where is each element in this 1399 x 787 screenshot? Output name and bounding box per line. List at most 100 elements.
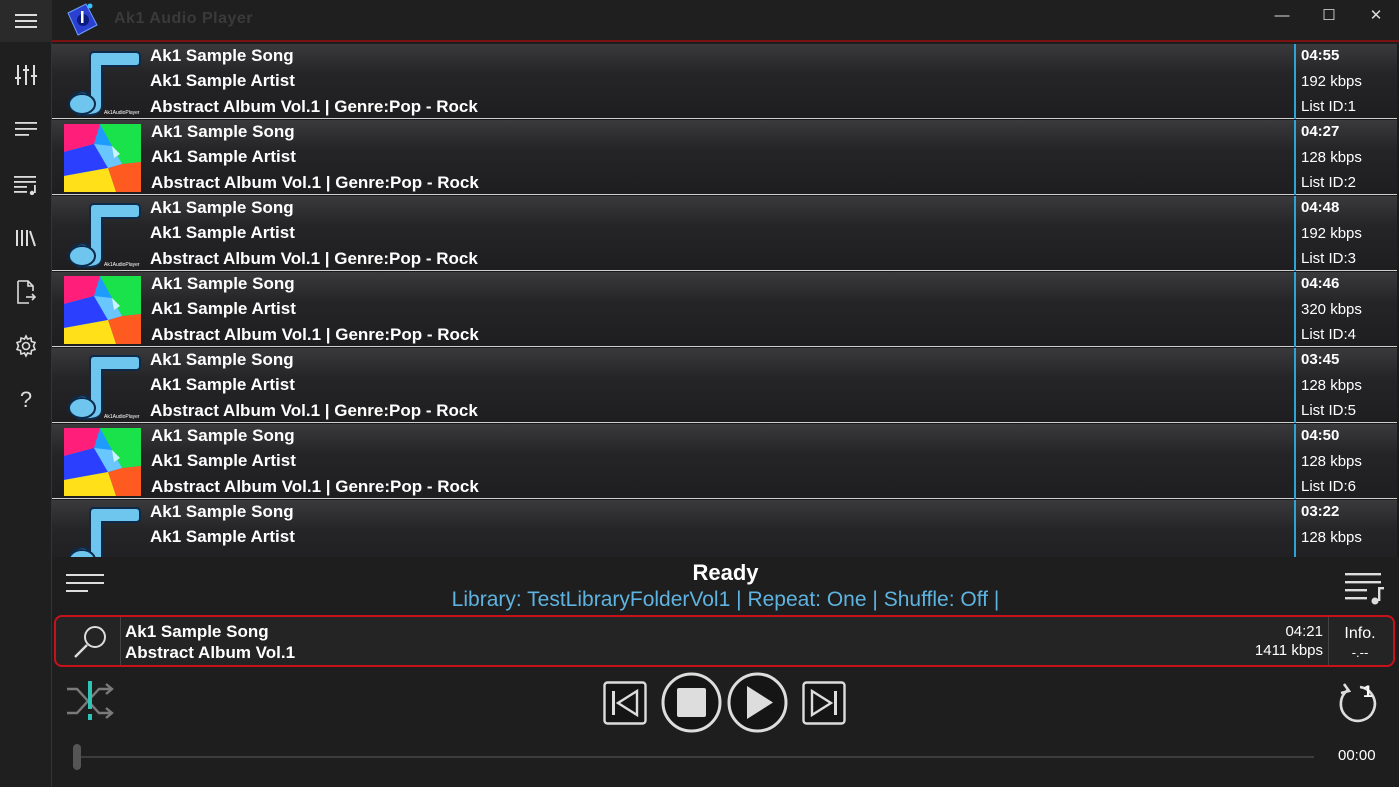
sidebar-item-equalizer[interactable] bbox=[8, 57, 44, 93]
track-meta: 03:45 128 kbps List ID:5 bbox=[1294, 348, 1397, 423]
track-artist: Ak1 Sample Artist bbox=[150, 375, 295, 394]
album-art-thumbnail: Ak1AudioPlayer bbox=[64, 48, 141, 118]
track-album-genre: Abstract Album Vol.1 | Genre:Pop - Rock bbox=[151, 325, 479, 344]
next-button[interactable] bbox=[802, 681, 846, 725]
svg-text:Ak1AudioPlayer: Ak1AudioPlayer bbox=[104, 414, 140, 420]
album-art-thumbnail: Ak1AudioPlayer bbox=[64, 352, 141, 422]
sidebar-item-playlists[interactable] bbox=[8, 167, 44, 203]
track-duration: 04:46 bbox=[1301, 275, 1340, 292]
track-title: Ak1 Sample Song bbox=[151, 122, 295, 141]
track-artist: Ak1 Sample Artist bbox=[151, 299, 296, 318]
library-label: Library: bbox=[451, 588, 522, 611]
library-icon bbox=[16, 230, 36, 247]
shuffle-value: Off bbox=[960, 588, 989, 611]
now-playing-bitrate: 1411 kbps bbox=[1254, 642, 1323, 659]
close-button[interactable]: ✕ bbox=[1353, 0, 1399, 30]
gear-icon bbox=[15, 334, 37, 358]
track-list-id: List ID:5 bbox=[1301, 402, 1357, 419]
sidebar-item-now-playing[interactable] bbox=[8, 111, 44, 147]
title-divider bbox=[52, 40, 1399, 42]
track-bitrate: 128 kbps bbox=[1301, 529, 1362, 546]
track-duration: 04:27 bbox=[1301, 123, 1340, 140]
album-art-thumbnail: Ak1AudioPlayer bbox=[64, 200, 141, 270]
sidebar-item-help[interactable]: ? bbox=[8, 382, 44, 418]
track-album-genre: Abstract Album Vol.1 | Genre:Pop - Rock bbox=[151, 477, 479, 496]
track-bitrate: 192 kbps bbox=[1301, 225, 1362, 242]
svg-text:Ak1AudioPlayer: Ak1AudioPlayer bbox=[104, 262, 140, 268]
close-icon: ✕ bbox=[1369, 7, 1383, 24]
album-art-thumbnail bbox=[64, 428, 141, 496]
sidebar-item-library[interactable] bbox=[8, 220, 44, 256]
now-playing-bar[interactable]: Ak1 Sample Song Abstract Album Vol.1 04:… bbox=[54, 615, 1395, 667]
play-icon bbox=[727, 672, 788, 733]
track-duration: 04:55 bbox=[1301, 47, 1340, 64]
previous-button[interactable] bbox=[603, 681, 647, 725]
track-meta: 04:27 128 kbps List ID:2 bbox=[1294, 120, 1397, 195]
album-art-thumbnail bbox=[64, 124, 141, 192]
repeat-count: 1 bbox=[1363, 682, 1373, 701]
queue-music-icon[interactable] bbox=[1343, 571, 1385, 605]
track-bitrate: 192 kbps bbox=[1301, 73, 1362, 90]
track-list-id: List ID:2 bbox=[1301, 174, 1357, 191]
track-title: Ak1 Sample Song bbox=[151, 274, 295, 293]
track-bitrate: 128 kbps bbox=[1301, 149, 1362, 166]
track-list-id: List ID:4 bbox=[1301, 326, 1357, 343]
maximize-icon: ☐ bbox=[1322, 7, 1336, 24]
seek-bar[interactable] bbox=[76, 756, 1314, 758]
track-list-id: List ID:6 bbox=[1301, 478, 1357, 495]
stop-icon bbox=[661, 672, 722, 733]
status-text: Ready bbox=[692, 560, 759, 585]
track-bitrate: 128 kbps bbox=[1301, 377, 1362, 394]
divider bbox=[120, 617, 121, 665]
track-album-genre: Abstract Album Vol.1 | Genre:Pop - Rock bbox=[150, 97, 478, 116]
track-title: Ak1 Sample Song bbox=[150, 350, 294, 369]
track-title: Ak1 Sample Song bbox=[151, 426, 295, 445]
track-artist: Ak1 Sample Artist bbox=[150, 71, 295, 90]
shuffle-icon bbox=[67, 681, 114, 720]
play-button[interactable] bbox=[727, 672, 788, 733]
track-meta: 04:55 192 kbps List ID:1 bbox=[1294, 44, 1397, 119]
track-meta: 04:46 320 kbps List ID:4 bbox=[1294, 272, 1397, 347]
stop-button[interactable] bbox=[661, 672, 722, 733]
search-button[interactable] bbox=[66, 621, 114, 663]
track-duration: 04:48 bbox=[1301, 199, 1340, 216]
sidebar: ? bbox=[0, 42, 52, 787]
track-row[interactable]: Ak1AudioPlayer Ak1 Sample Song Ak1 Sampl… bbox=[52, 44, 1397, 119]
track-row[interactable]: Ak1AudioPlayer Ak1 Sample Song Ak1 Sampl… bbox=[52, 196, 1397, 271]
app-logo-icon bbox=[67, 3, 98, 36]
track-duration: 04:50 bbox=[1301, 427, 1340, 444]
info-button[interactable]: Info. bbox=[1339, 625, 1381, 643]
seek-thumb[interactable] bbox=[73, 744, 81, 770]
track-row[interactable]: Ak1 Sample Song Ak1 Sample Artist Abstra… bbox=[52, 120, 1397, 195]
track-list[interactable]: Ak1AudioPlayer Ak1 Sample Song Ak1 Sampl… bbox=[52, 44, 1399, 557]
hamburger-menu-button[interactable] bbox=[0, 0, 52, 42]
minimize-button[interactable]: — bbox=[1259, 0, 1305, 30]
skip-previous-icon bbox=[603, 681, 647, 725]
track-artist: Ak1 Sample Artist bbox=[150, 527, 295, 546]
track-row[interactable]: Ak1 Sample Song Ak1 Sample Artist Abstra… bbox=[52, 272, 1397, 347]
position-time: 00:00 bbox=[1338, 747, 1376, 764]
search-icon bbox=[74, 626, 106, 658]
track-artist: Ak1 Sample Artist bbox=[151, 451, 296, 470]
track-list-id: List ID:3 bbox=[1301, 250, 1357, 267]
track-artist: Ak1 Sample Artist bbox=[151, 147, 296, 166]
track-title: Ak1 Sample Song bbox=[150, 502, 294, 521]
title-bar: Ak1 Audio Player — ☐ ✕ bbox=[0, 0, 1399, 42]
now-playing-title: Ak1 Sample Song bbox=[125, 622, 269, 641]
sidebar-item-settings[interactable] bbox=[8, 328, 44, 364]
now-playing-duration: 04:21 bbox=[1285, 623, 1323, 640]
track-row[interactable]: Ak1AudioPlayer Ak1 Sample Song Ak1 Sampl… bbox=[52, 500, 1397, 557]
track-row[interactable]: Ak1 Sample Song Ak1 Sample Artist Abstra… bbox=[52, 424, 1397, 499]
maximize-button[interactable]: ☐ bbox=[1306, 0, 1352, 30]
track-meta: 04:50 128 kbps List ID:6 bbox=[1294, 424, 1397, 499]
repeat-label: Repeat: bbox=[747, 588, 821, 611]
library-value: TestLibraryFolderVol1 bbox=[527, 588, 731, 611]
track-title: Ak1 Sample Song bbox=[150, 198, 294, 217]
track-row[interactable]: Ak1AudioPlayer Ak1 Sample Song Ak1 Sampl… bbox=[52, 348, 1397, 423]
shuffle-button[interactable] bbox=[64, 678, 118, 726]
info-value: -.-- bbox=[1351, 645, 1369, 660]
repeat-value: One bbox=[826, 588, 867, 611]
sidebar-item-export[interactable] bbox=[8, 274, 44, 310]
repeat-button[interactable]: 1 bbox=[1334, 680, 1382, 728]
track-album-genre: Abstract Album Vol.1 | Genre:Pop - Rock bbox=[150, 249, 478, 268]
